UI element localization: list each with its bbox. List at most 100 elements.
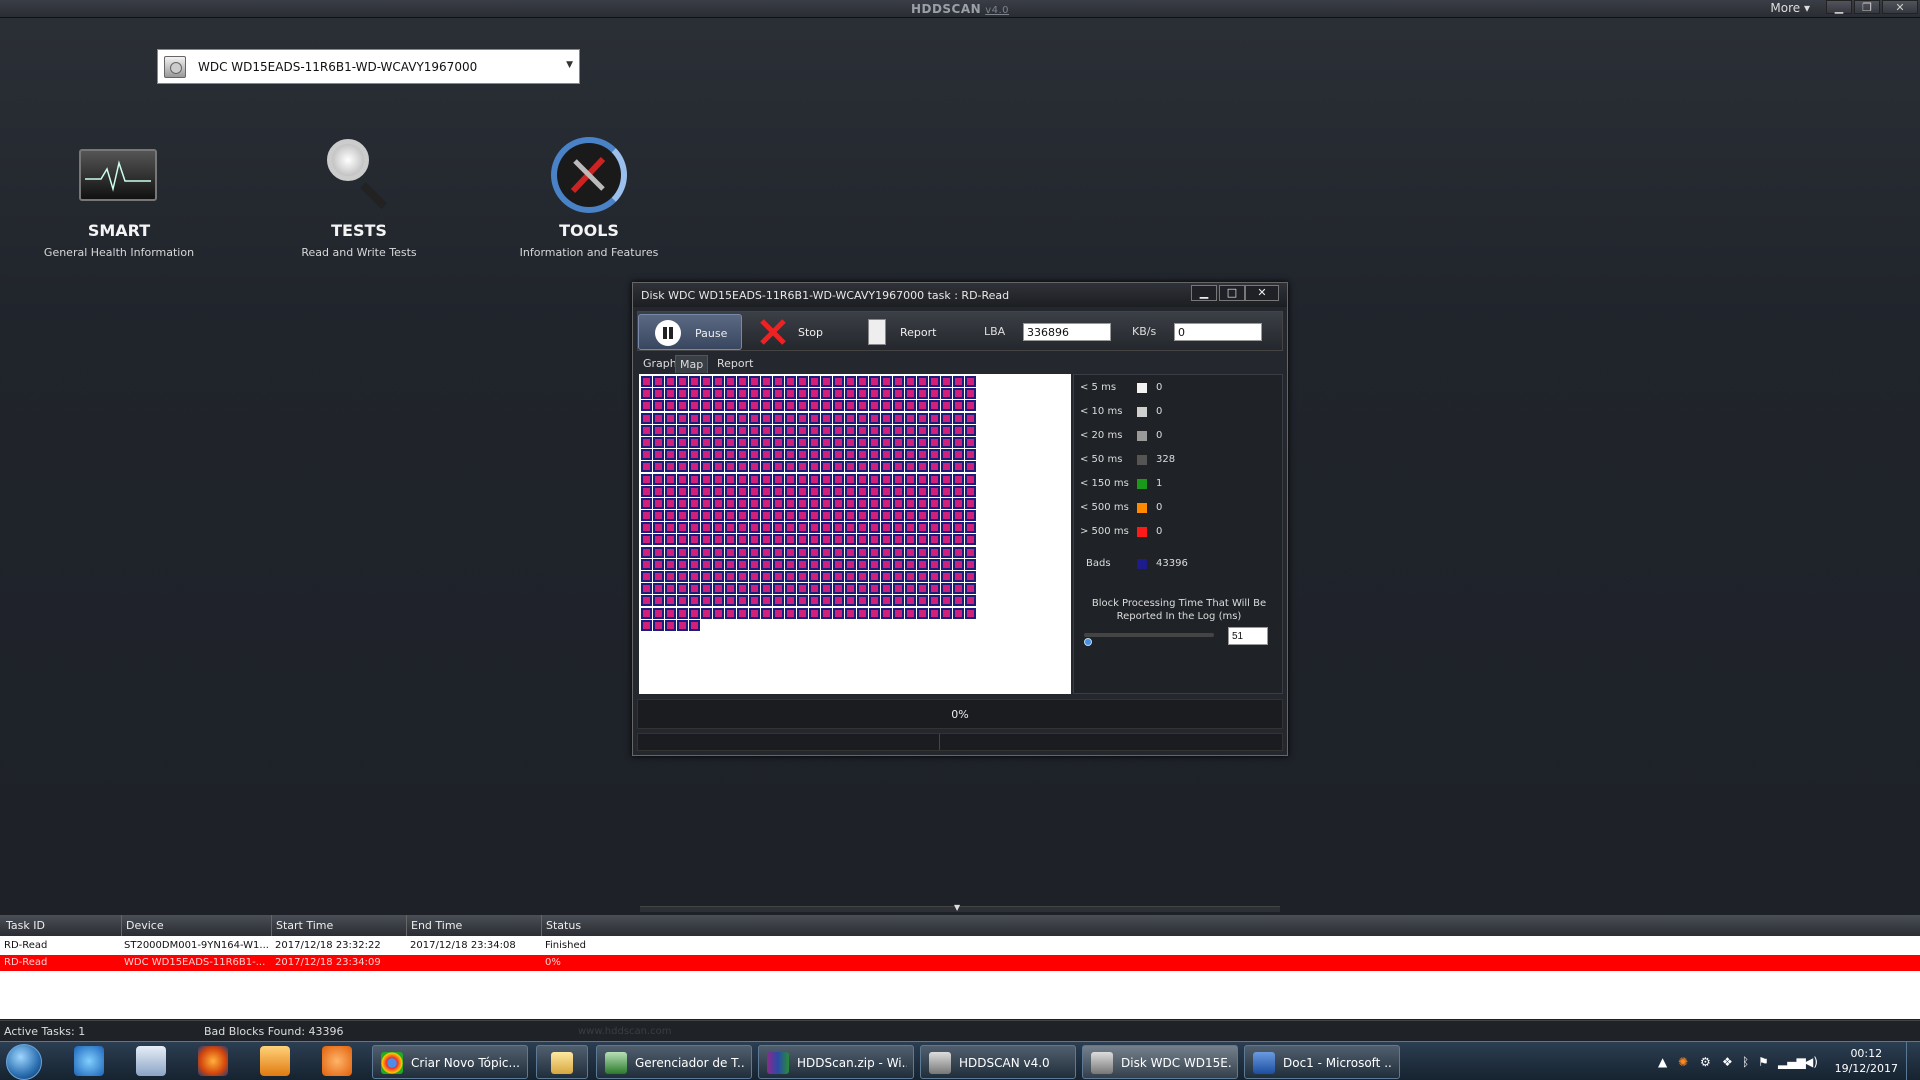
map-block-cell: [761, 376, 772, 387]
dropdown-arrow-icon[interactable]: ▼: [566, 60, 573, 70]
tab-map[interactable]: Map: [675, 355, 709, 373]
dialog-close-button[interactable]: ✕: [1245, 285, 1279, 301]
collapse-arrow-icon[interactable]: ▼: [954, 903, 960, 912]
map-block-cell: [821, 534, 832, 546]
map-block-cell: [773, 376, 784, 387]
map-block-cell: [677, 583, 688, 595]
threshold-input[interactable]: [1228, 627, 1268, 645]
taskbar-task-manager-button[interactable]: Gerenciador de T...: [596, 1045, 752, 1079]
map-block-cell: [821, 388, 832, 400]
taskbar-word-button[interactable]: Doc1 - Microsoft ...: [1244, 1045, 1400, 1079]
map-block-cell: [689, 412, 700, 424]
map-block-cell: [965, 485, 976, 497]
map-block-cell: [893, 388, 904, 400]
map-block-cell: [749, 412, 760, 424]
map-block-cell: [725, 571, 736, 582]
show-desktop-button[interactable]: [1906, 1042, 1920, 1080]
map-block-cell: [821, 607, 832, 619]
avast-icon[interactable]: [322, 1046, 352, 1076]
kbs-input[interactable]: [1174, 323, 1262, 341]
report-button[interactable]: Report: [864, 314, 954, 350]
watermark-text: www.hddscan.com: [578, 1026, 672, 1037]
map-block-cell: [809, 534, 820, 546]
device-select[interactable]: WDC WD15EADS-11R6B1-WD-WCAVY1967000 ▼: [157, 49, 580, 84]
close-button[interactable]: ✕: [1882, 0, 1918, 14]
map-block-cell: [881, 376, 892, 387]
column-task-id[interactable]: Task ID: [6, 919, 45, 932]
app-version[interactable]: v4.0: [985, 5, 1009, 16]
map-block-cell: [641, 485, 652, 497]
map-block-cell: [677, 607, 688, 619]
map-block-cell: [833, 534, 844, 546]
tray-expand-icon[interactable]: ▲: [1658, 1055, 1667, 1069]
map-block-cell: [677, 534, 688, 546]
volume-icon[interactable]: ◀): [1804, 1055, 1818, 1069]
media-player-icon[interactable]: [260, 1046, 290, 1076]
pause-button[interactable]: Pause: [638, 314, 742, 350]
more-menu-button[interactable]: More ▾: [1770, 1, 1810, 15]
map-block-cell: [953, 485, 964, 497]
threshold-slider-handle[interactable]: [1084, 638, 1092, 646]
tools-feature-button[interactable]: TOOLS Information and Features: [489, 135, 689, 259]
map-block-cell: [749, 607, 760, 619]
map-block-cell: [857, 595, 868, 607]
dropbox-icon[interactable]: ❖: [1722, 1055, 1733, 1069]
map-block-cell: [869, 376, 880, 387]
signal-bars-icon[interactable]: ▂▄▆: [1778, 1055, 1806, 1069]
firefox-icon[interactable]: [198, 1046, 228, 1076]
calculator-icon[interactable]: [136, 1046, 166, 1076]
column-end-time[interactable]: End Time: [411, 919, 462, 932]
threshold-slider-track[interactable]: [1084, 633, 1214, 637]
tab-report[interactable]: Report: [713, 355, 757, 373]
avast-tray-icon[interactable]: ✺: [1678, 1055, 1688, 1069]
taskbar-hddscan-button[interactable]: HDDSCAN v4.0: [920, 1045, 1076, 1079]
start-button[interactable]: [6, 1044, 42, 1080]
map-block-cell: [677, 510, 688, 522]
map-block-cell: [893, 400, 904, 412]
map-block-cell: [665, 607, 676, 619]
network-drive-icon[interactable]: ⚙: [1700, 1055, 1711, 1069]
taskbar-winrar-button[interactable]: HDDScan.zip - Wi...: [758, 1045, 914, 1079]
map-block-cell: [857, 546, 868, 558]
taskbar-button-label: Gerenciador de T...: [635, 1056, 745, 1070]
tests-feature-button[interactable]: TESTS Read and Write Tests: [259, 135, 459, 259]
internet-explorer-icon[interactable]: [74, 1046, 104, 1076]
taskbar-chrome-button[interactable]: Criar Novo Tópic...: [372, 1045, 528, 1079]
action-center-flag-icon[interactable]: ⚑: [1758, 1055, 1769, 1069]
map-block-cell: [641, 534, 652, 546]
map-block-cell: [869, 485, 880, 497]
map-block-cell: [725, 558, 736, 570]
column-device[interactable]: Device: [126, 919, 164, 932]
map-block-cell: [893, 510, 904, 522]
restore-button[interactable]: ❐: [1854, 0, 1880, 14]
table-row[interactable]: RD-Read WDC WD15EADS-11R6B1-... 2017/12/…: [0, 955, 1920, 971]
dialog-maximize-button[interactable]: □: [1219, 285, 1245, 301]
taskbar-explorer-button[interactable]: [536, 1045, 588, 1079]
map-block-cell: [857, 607, 868, 619]
table-row[interactable]: RD-Read ST2000DM001-9YN164-W1... 2017/12…: [0, 938, 1920, 954]
dialog-title-bar[interactable]: Disk WDC WD15EADS-11R6B1-WD-WCAVY1967000…: [633, 283, 1287, 307]
block-map: [639, 374, 1071, 694]
smart-feature-button[interactable]: SMART General Health Information: [19, 135, 219, 259]
taskbar-clock[interactable]: 00:12 19/12/2017: [1835, 1046, 1898, 1076]
map-block-cell: [905, 522, 916, 534]
column-start-time[interactable]: Start Time: [276, 919, 333, 932]
map-block-cell: [821, 412, 832, 424]
map-block-cell: [857, 558, 868, 570]
map-block-cell: [869, 436, 880, 448]
dialog-title: Disk WDC WD15EADS-11R6B1-WD-WCAVY1967000…: [641, 289, 1010, 302]
dialog-minimize-button[interactable]: ▁: [1191, 285, 1217, 301]
map-block-cell: [677, 558, 688, 570]
column-status[interactable]: Status: [546, 919, 581, 932]
bluetooth-icon[interactable]: ᛒ: [1742, 1055, 1749, 1069]
map-block-cell: [929, 473, 940, 485]
stop-button[interactable]: Stop: [756, 314, 836, 350]
map-block-cell: [857, 412, 868, 424]
minimize-button[interactable]: ▁: [1826, 0, 1852, 14]
map-block-cell: [893, 546, 904, 558]
taskbar-disk-dialog-button[interactable]: Disk WDC WD15E...: [1082, 1045, 1238, 1079]
map-block-cell: [701, 424, 712, 436]
legend-count: 0: [1156, 406, 1163, 417]
map-block-cell: [653, 412, 664, 424]
lba-input[interactable]: [1023, 323, 1111, 341]
